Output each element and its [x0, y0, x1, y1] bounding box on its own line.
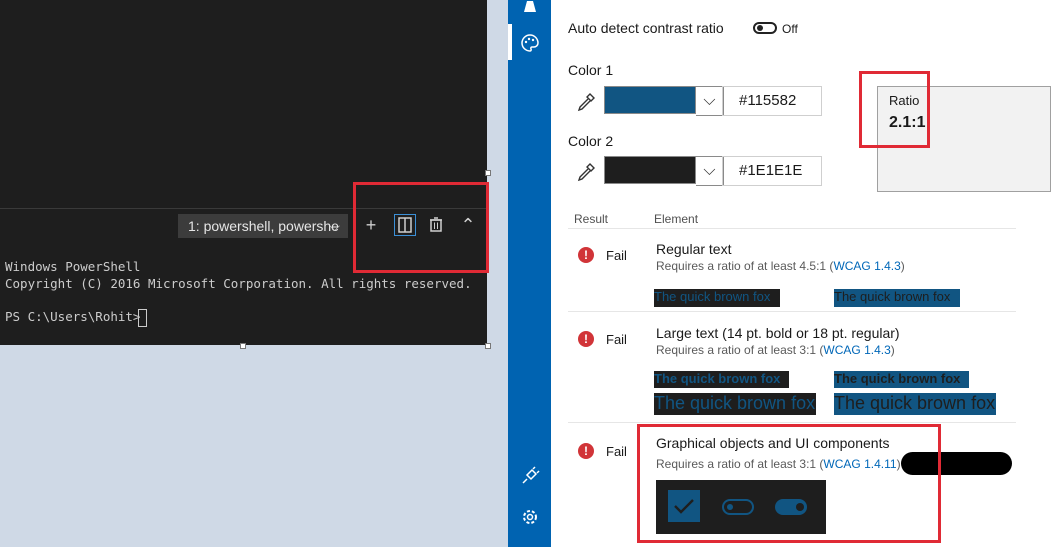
color2-swatch[interactable]: [604, 156, 696, 184]
sample-bold-fg2-on-bg1: The quick brown fox: [834, 371, 969, 388]
plug-icon[interactable]: [520, 466, 540, 486]
element-column-header: Element: [654, 212, 699, 226]
color1-input[interactable]: #115582: [722, 86, 822, 116]
sample-fg1-on-bg2: The quick brown fox: [654, 289, 780, 307]
row-title: Large text (14 pt. bold or 18 pt. regula…: [656, 325, 900, 341]
resize-handle[interactable]: [485, 170, 491, 176]
wcag-link[interactable]: WCAG 1.4.3: [823, 343, 890, 357]
fail-icon: !: [578, 247, 594, 263]
contrast-checker-panel: Auto detect contrast ratio Off Color 1 ⌵…: [551, 0, 1051, 547]
color2-dropdown[interactable]: ⌵: [696, 156, 724, 186]
status-text: Fail: [606, 444, 627, 459]
color2-label: Color 2: [568, 133, 614, 149]
divider: [568, 311, 1016, 312]
terminal-prompt[interactable]: PS C:\Users\Rohit>: [5, 309, 148, 324]
auto-detect-toggle[interactable]: [753, 22, 777, 34]
highlight-box: [353, 182, 489, 273]
gear-icon[interactable]: [520, 507, 540, 527]
color1-swatch[interactable]: [604, 86, 696, 114]
row-title: Regular text: [656, 241, 732, 257]
chevron-down-icon: ⌵: [329, 218, 340, 234]
tool-rail: [508, 0, 551, 547]
status-text: Fail: [606, 332, 627, 347]
eyedropper-icon[interactable]: [576, 92, 596, 112]
auto-detect-label: Auto detect contrast ratio: [568, 20, 724, 36]
color1-dropdown[interactable]: ⌵: [696, 86, 724, 116]
chevron-down-icon: ⌵: [703, 92, 716, 109]
active-indicator: [508, 24, 512, 60]
wcag-link[interactable]: WCAG 1.4.3: [833, 259, 900, 273]
terminal-session-label: 1: powershell, powershe: [188, 218, 339, 234]
divider: [568, 422, 1016, 423]
sample-large-fg1-on-bg2: The quick brown fox: [654, 393, 816, 415]
vscode-window: [0, 0, 487, 345]
divider: [568, 228, 1016, 229]
result-column-header: Result: [574, 212, 609, 226]
sample-large-fg2-on-bg1: The quick brown fox: [834, 393, 996, 415]
highlight-box: [859, 71, 930, 148]
flask-icon[interactable]: [522, 0, 538, 12]
resize-handle[interactable]: [485, 343, 491, 349]
color2-input[interactable]: #1E1E1E: [722, 156, 822, 186]
highlight-box: [637, 424, 941, 543]
resize-handle[interactable]: [240, 343, 246, 349]
row-requirement: Requires a ratio of at least 3:1 (WCAG 1…: [656, 343, 895, 357]
sample-fg2-on-bg1: The quick brown fox: [834, 289, 960, 307]
terminal-session-select[interactable]: 1: powershell, powershe ⌵: [178, 214, 348, 238]
palette-icon[interactable]: [520, 33, 540, 53]
editor-area[interactable]: [0, 0, 487, 209]
color1-label: Color 1: [568, 62, 614, 78]
chevron-down-icon: ⌵: [703, 162, 716, 179]
auto-detect-state: Off: [782, 22, 798, 36]
sample-bold-fg1-on-bg2: The quick brown fox: [654, 371, 789, 388]
terminal-cursor: [138, 309, 147, 327]
row-requirement: Requires a ratio of at least 4.5:1 (WCAG…: [656, 259, 905, 273]
eyedropper-icon[interactable]: [576, 162, 596, 182]
fail-icon: !: [578, 443, 594, 459]
fail-icon: !: [578, 331, 594, 347]
status-text: Fail: [606, 248, 627, 263]
